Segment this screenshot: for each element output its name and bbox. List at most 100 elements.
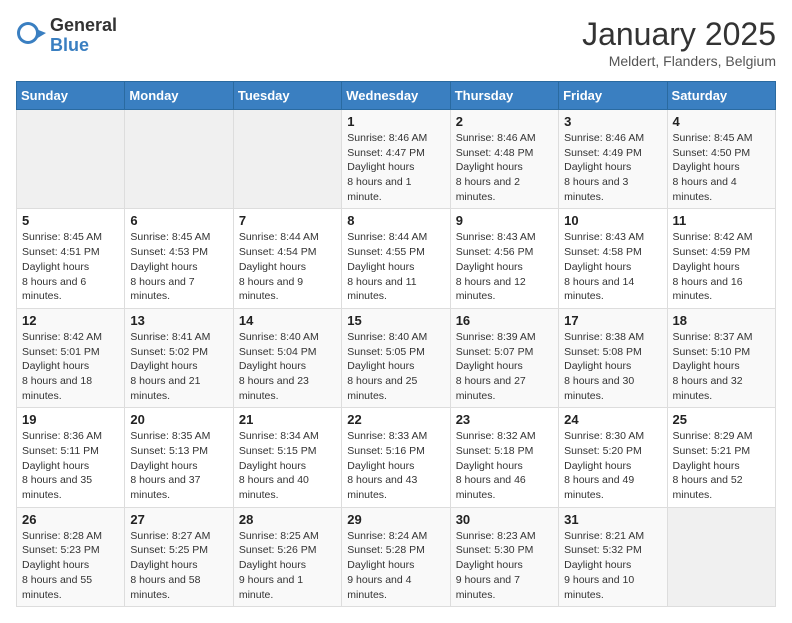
- calendar-cell: 16 Sunrise: 8:39 AMSunset: 5:07 PMDayligh…: [450, 308, 558, 407]
- calendar-cell: 29 Sunrise: 8:24 AMSunset: 5:28 PMDayligh…: [342, 507, 450, 606]
- day-number: 31: [564, 512, 661, 527]
- day-number: 6: [130, 213, 227, 228]
- calendar-cell: 26Sunrise: 8:28 AMSunset: 5:23 PMDayligh…: [17, 507, 125, 606]
- logo-general: General: [50, 16, 117, 36]
- day-info: Sunrise: 8:39 AMSunset: 5:07 PMDaylight …: [456, 330, 553, 403]
- day-number: 20: [130, 412, 227, 427]
- day-info: Sunrise: 8:46 AMSunset: 4:47 PMDaylight …: [347, 131, 444, 204]
- logo: General Blue: [16, 16, 117, 56]
- calendar-cell: 11 Sunrise: 8:42 AMSunset: 4:59 PMDayligh…: [667, 209, 775, 308]
- day-number: 24: [564, 412, 661, 427]
- logo-icon: [16, 21, 46, 51]
- calendar-week-row: 5 Sunrise: 8:45 AMSunset: 4:51 PMDaylight…: [17, 209, 776, 308]
- calendar-cell: 31Sunrise: 8:21 AMSunset: 5:32 PMDayligh…: [559, 507, 667, 606]
- calendar-cell: 15 Sunrise: 8:40 AMSunset: 5:05 PMDayligh…: [342, 308, 450, 407]
- calendar-week-row: 1Sunrise: 8:46 AMSunset: 4:47 PMDaylight…: [17, 110, 776, 209]
- day-number: 30: [456, 512, 553, 527]
- day-info: Sunrise: 8:45 AMSunset: 4:53 PMDaylight …: [130, 230, 227, 303]
- day-number: 17: [564, 313, 661, 328]
- calendar-cell: 4 Sunrise: 8:45 AMSunset: 4:50 PMDaylight…: [667, 110, 775, 209]
- day-number: 23: [456, 412, 553, 427]
- logo-blue: Blue: [50, 36, 117, 56]
- day-info: Sunrise: 8:42 AMSunset: 4:59 PMDaylight …: [673, 230, 770, 303]
- calendar-cell: 12 Sunrise: 8:42 AMSunset: 5:01 PMDayligh…: [17, 308, 125, 407]
- calendar-cell: 3Sunrise: 8:46 AMSunset: 4:49 PMDaylight…: [559, 110, 667, 209]
- day-info: Sunrise: 8:40 AMSunset: 5:05 PMDaylight …: [347, 330, 444, 403]
- day-info: Sunrise: 8:25 AMSunset: 5:26 PMDaylight …: [239, 529, 336, 602]
- day-info: Sunrise: 8:44 AMSunset: 4:55 PMDaylight …: [347, 230, 444, 303]
- weekday-header-thursday: Thursday: [450, 82, 558, 110]
- calendar-cell: 14 Sunrise: 8:40 AMSunset: 5:04 PMDayligh…: [233, 308, 341, 407]
- day-number: 11: [673, 213, 770, 228]
- day-number: 12: [22, 313, 119, 328]
- calendar-cell: 28 Sunrise: 8:25 AMSunset: 5:26 PMDayligh…: [233, 507, 341, 606]
- weekday-header-monday: Monday: [125, 82, 233, 110]
- day-info: Sunrise: 8:41 AMSunset: 5:02 PMDaylight …: [130, 330, 227, 403]
- weekday-header-tuesday: Tuesday: [233, 82, 341, 110]
- weekday-header-row: SundayMondayTuesdayWednesdayThursdayFrid…: [17, 82, 776, 110]
- calendar-cell: 24Sunrise: 8:30 AMSunset: 5:20 PMDayligh…: [559, 408, 667, 507]
- day-number: 19: [22, 412, 119, 427]
- page-header: General Blue January 2025 Meldert, Fland…: [16, 16, 776, 69]
- calendar-cell: 25Sunrise: 8:29 AMSunset: 5:21 PMDayligh…: [667, 408, 775, 507]
- day-number: 27: [130, 512, 227, 527]
- day-number: 15: [347, 313, 444, 328]
- calendar-cell: 30 Sunrise: 8:23 AMSunset: 5:30 PMDayligh…: [450, 507, 558, 606]
- day-info: Sunrise: 8:43 AMSunset: 4:56 PMDaylight …: [456, 230, 553, 303]
- day-info: Sunrise: 8:40 AMSunset: 5:04 PMDaylight …: [239, 330, 336, 403]
- day-info: Sunrise: 8:42 AMSunset: 5:01 PMDaylight …: [22, 330, 119, 403]
- weekday-header-saturday: Saturday: [667, 82, 775, 110]
- day-number: 25: [673, 412, 770, 427]
- calendar-cell: 21 Sunrise: 8:34 AMSunset: 5:15 PMDayligh…: [233, 408, 341, 507]
- weekday-header-friday: Friday: [559, 82, 667, 110]
- calendar-week-row: 12 Sunrise: 8:42 AMSunset: 5:01 PMDayligh…: [17, 308, 776, 407]
- location: Meldert, Flanders, Belgium: [582, 53, 776, 69]
- day-info: Sunrise: 8:33 AMSunset: 5:16 PMDaylight …: [347, 429, 444, 502]
- day-number: 28: [239, 512, 336, 527]
- day-info: Sunrise: 8:45 AMSunset: 4:51 PMDaylight …: [22, 230, 119, 303]
- day-info: Sunrise: 8:46 AMSunset: 4:48 PMDaylight …: [456, 131, 553, 204]
- day-number: 14: [239, 313, 336, 328]
- logo-text: General Blue: [50, 16, 117, 56]
- day-number: 29: [347, 512, 444, 527]
- day-info: Sunrise: 8:24 AMSunset: 5:28 PMDaylight …: [347, 529, 444, 602]
- calendar-cell: 19Sunrise: 8:36 AMSunset: 5:11 PMDayligh…: [17, 408, 125, 507]
- day-number: 2: [456, 114, 553, 129]
- day-number: 4: [673, 114, 770, 129]
- day-number: 22: [347, 412, 444, 427]
- calendar-week-row: 26Sunrise: 8:28 AMSunset: 5:23 PMDayligh…: [17, 507, 776, 606]
- title-section: January 2025 Meldert, Flanders, Belgium: [582, 16, 776, 69]
- calendar-cell: [17, 110, 125, 209]
- calendar-cell: 20 Sunrise: 8:35 AMSunset: 5:13 PMDayligh…: [125, 408, 233, 507]
- calendar-cell: [667, 507, 775, 606]
- calendar-cell: 5 Sunrise: 8:45 AMSunset: 4:51 PMDaylight…: [17, 209, 125, 308]
- day-info: Sunrise: 8:45 AMSunset: 4:50 PMDaylight …: [673, 131, 770, 204]
- day-info: Sunrise: 8:37 AMSunset: 5:10 PMDaylight …: [673, 330, 770, 403]
- day-number: 7: [239, 213, 336, 228]
- day-number: 13: [130, 313, 227, 328]
- calendar-cell: 10Sunrise: 8:43 AMSunset: 4:58 PMDayligh…: [559, 209, 667, 308]
- calendar-cell: [233, 110, 341, 209]
- calendar-cell: 23Sunrise: 8:32 AMSunset: 5:18 PMDayligh…: [450, 408, 558, 507]
- day-info: Sunrise: 8:34 AMSunset: 5:15 PMDaylight …: [239, 429, 336, 502]
- day-number: 9: [456, 213, 553, 228]
- calendar-cell: 13 Sunrise: 8:41 AMSunset: 5:02 PMDayligh…: [125, 308, 233, 407]
- day-info: Sunrise: 8:46 AMSunset: 4:49 PMDaylight …: [564, 131, 661, 204]
- calendar-cell: 27Sunrise: 8:27 AMSunset: 5:25 PMDayligh…: [125, 507, 233, 606]
- weekday-header-wednesday: Wednesday: [342, 82, 450, 110]
- day-number: 5: [22, 213, 119, 228]
- calendar-cell: 7 Sunrise: 8:44 AMSunset: 4:54 PMDaylight…: [233, 209, 341, 308]
- day-number: 21: [239, 412, 336, 427]
- weekday-header-sunday: Sunday: [17, 82, 125, 110]
- day-info: Sunrise: 8:43 AMSunset: 4:58 PMDaylight …: [564, 230, 661, 303]
- day-info: Sunrise: 8:23 AMSunset: 5:30 PMDaylight …: [456, 529, 553, 602]
- calendar-cell: 22 Sunrise: 8:33 AMSunset: 5:16 PMDayligh…: [342, 408, 450, 507]
- calendar-cell: 6 Sunrise: 8:45 AMSunset: 4:53 PMDaylight…: [125, 209, 233, 308]
- calendar-table: SundayMondayTuesdayWednesdayThursdayFrid…: [16, 81, 776, 607]
- day-info: Sunrise: 8:38 AMSunset: 5:08 PMDaylight …: [564, 330, 661, 403]
- calendar-week-row: 19Sunrise: 8:36 AMSunset: 5:11 PMDayligh…: [17, 408, 776, 507]
- day-info: Sunrise: 8:44 AMSunset: 4:54 PMDaylight …: [239, 230, 336, 303]
- day-number: 16: [456, 313, 553, 328]
- day-number: 18: [673, 313, 770, 328]
- day-info: Sunrise: 8:35 AMSunset: 5:13 PMDaylight …: [130, 429, 227, 502]
